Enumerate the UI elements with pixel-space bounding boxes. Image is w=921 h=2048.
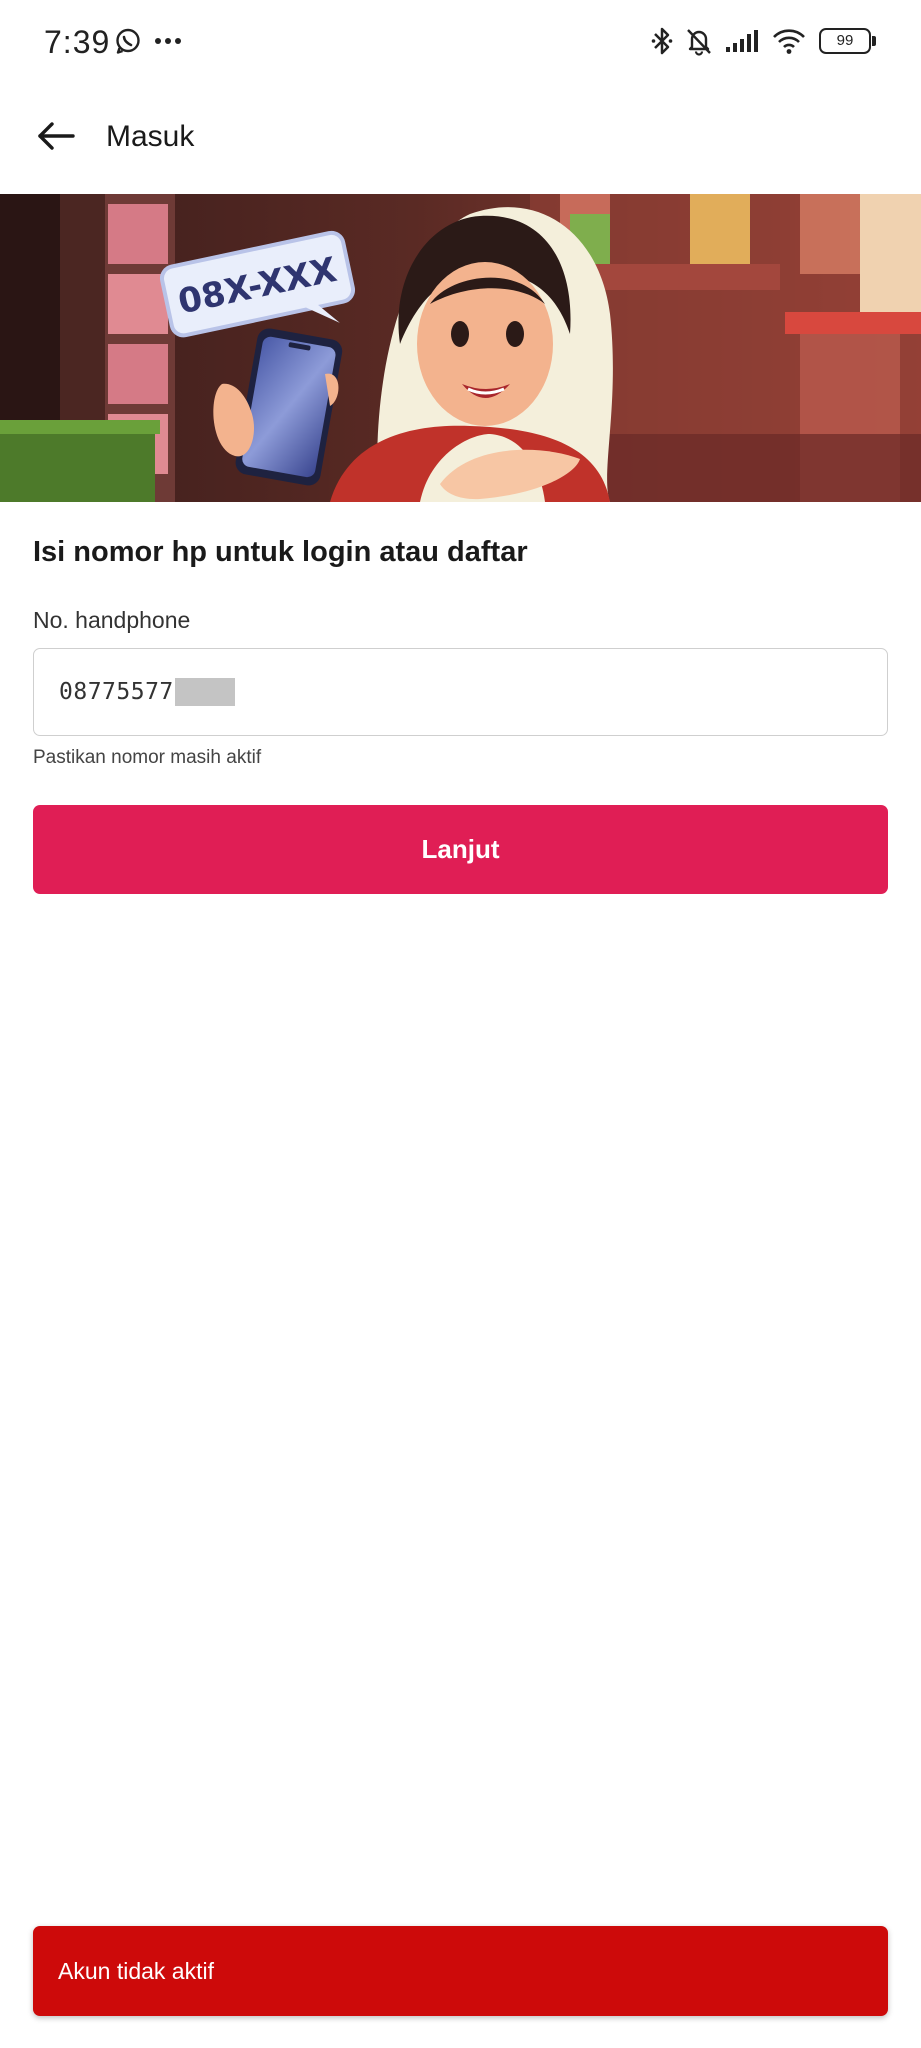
phone-helper-text: Pastikan nomor masih aktif (33, 747, 262, 768)
snackbar-message: Akun tidak aktif (58, 1957, 214, 1984)
wifi-icon (771, 27, 807, 55)
banner-illustration: 08X-XXX (0, 194, 921, 502)
submit-button[interactable]: Lanjut (33, 805, 888, 894)
status-time: 7:39 (44, 24, 111, 60)
status-right-icons: 99 (651, 26, 876, 56)
phone-input[interactable]: 08775577 (33, 648, 888, 736)
error-snackbar: Akun tidak aktif (33, 1926, 888, 2016)
status-bar: 7:39 99 (0, 0, 921, 90)
phone-label: No. handphone (33, 607, 191, 633)
redacted-digits (174, 678, 235, 706)
back-button[interactable] (30, 112, 82, 164)
phone-value: 08775577 (59, 679, 174, 705)
page-title: Masuk (106, 120, 195, 153)
login-screen: 7:39 99 Masuk 08X-XXX Isi nomor hp untuk… (0, 0, 921, 2048)
status-left-icons (114, 27, 182, 55)
signal-icon (725, 29, 759, 53)
promo-banner: 08X-XXX (0, 194, 921, 502)
form-heading: Isi nomor hp untuk login atau daftar (33, 536, 528, 568)
more-dots-icon (154, 36, 182, 46)
arrow-left-icon (37, 121, 75, 156)
battery-icon: 99 (819, 28, 876, 54)
whatsapp-icon (114, 27, 142, 55)
bluetooth-icon (651, 26, 673, 56)
app-bar: Masuk (0, 100, 921, 176)
bell-muted-icon (685, 26, 713, 56)
